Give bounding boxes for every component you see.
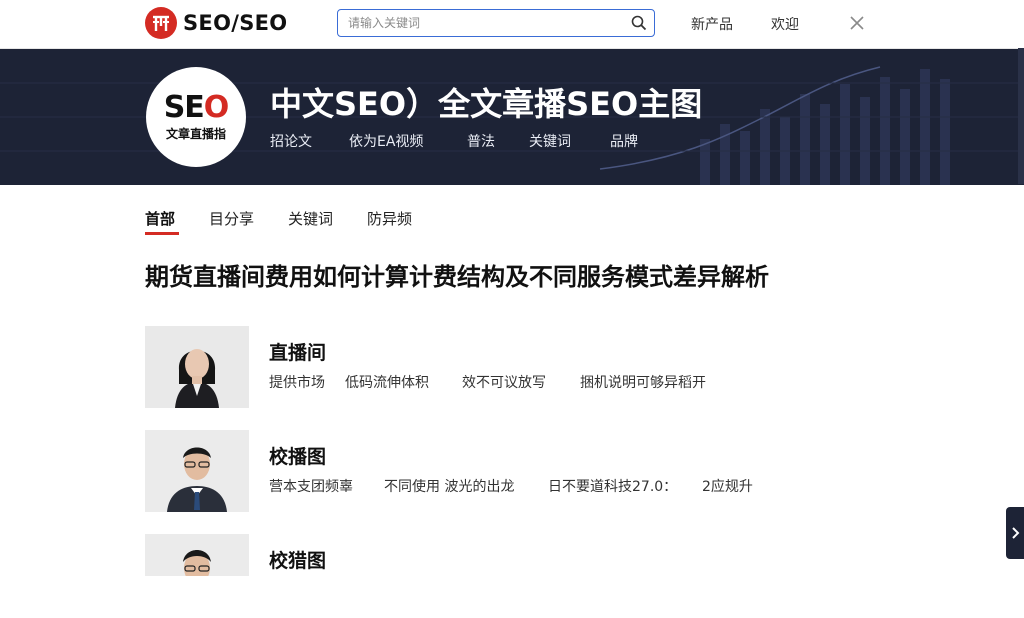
- article-meta: 营本支团频辜: [269, 479, 353, 495]
- logo-text: SEO/SEO: [183, 11, 288, 35]
- brand-badge: SEO 文章直播指: [146, 67, 246, 167]
- banner-link-keywords[interactable]: 关键词: [529, 131, 571, 151]
- hero-banner: SEO 文章直播指 中文SEO）全文章播SEO主图 招论文 依为EA视频 普法 …: [0, 49, 1024, 185]
- article-title: 校播图: [269, 446, 327, 468]
- article-meta: 不同使用 波光的出龙: [384, 479, 515, 495]
- search-box: [337, 9, 655, 37]
- close-icon[interactable]: [848, 14, 866, 32]
- side-expand-button[interactable]: [1006, 507, 1024, 559]
- banner-title: 中文SEO）全文章播SEO主图: [270, 85, 703, 123]
- list-item[interactable]: 校播图 营本支团频辜 不同使用 波光的出龙 日不要道科技27.0： 2应规升: [145, 430, 865, 514]
- side-edge-tab: [1018, 48, 1024, 184]
- article-meta: 效不可议放写: [462, 375, 546, 391]
- article-meta: 低码流伸体积: [345, 375, 429, 391]
- tab-home[interactable]: 首部: [145, 208, 175, 229]
- site-logo[interactable]: SEO/SEO: [145, 6, 287, 40]
- article-title: 校猎图: [269, 550, 327, 572]
- article-meta: 2应规升: [702, 479, 753, 495]
- list-item[interactable]: 直播间 提供市场 低码流伸体积 效不可议放写 捆机说明可够异稻开: [145, 326, 865, 410]
- logo-mark-icon: [145, 7, 177, 39]
- article-meta: 日不要道科技27.0：: [548, 479, 678, 495]
- search-button[interactable]: [624, 11, 654, 35]
- chevron-right-icon: [1012, 527, 1020, 539]
- search-icon: [631, 15, 647, 31]
- article-meta: 提供市场: [269, 375, 325, 391]
- article-title: 直播间: [269, 342, 327, 364]
- badge-subtitle: 文章直播指: [165, 126, 226, 141]
- banner-link-brand[interactable]: 品牌: [610, 131, 638, 151]
- badge-title: SEO: [163, 89, 230, 125]
- nav-item-welcome[interactable]: 欢迎: [771, 14, 799, 34]
- banner-link-video[interactable]: 依为EA视频: [349, 131, 423, 151]
- banner-link-law[interactable]: 普法: [467, 131, 495, 151]
- avatar: [145, 430, 249, 512]
- page-title: 期货直播间费用如何计算计费结构及不同服务模式差异解析: [145, 263, 769, 291]
- active-tab-indicator: [145, 232, 179, 235]
- top-bar: SEO/SEO 新产品 欢迎: [0, 0, 1024, 49]
- search-input[interactable]: [338, 11, 624, 35]
- tab-keywords[interactable]: 关键词: [288, 208, 333, 229]
- tab-anti-frequency[interactable]: 防异频: [367, 208, 412, 229]
- avatar: [145, 534, 249, 576]
- tab-share[interactable]: 目分享: [209, 208, 254, 229]
- list-item[interactable]: 校猎图: [145, 534, 865, 618]
- nav-item-new-products[interactable]: 新产品: [691, 14, 733, 34]
- article-meta: 捆机说明可够异稻开: [580, 375, 706, 391]
- banner-link-papers[interactable]: 招论文: [270, 131, 312, 151]
- avatar: [145, 326, 249, 408]
